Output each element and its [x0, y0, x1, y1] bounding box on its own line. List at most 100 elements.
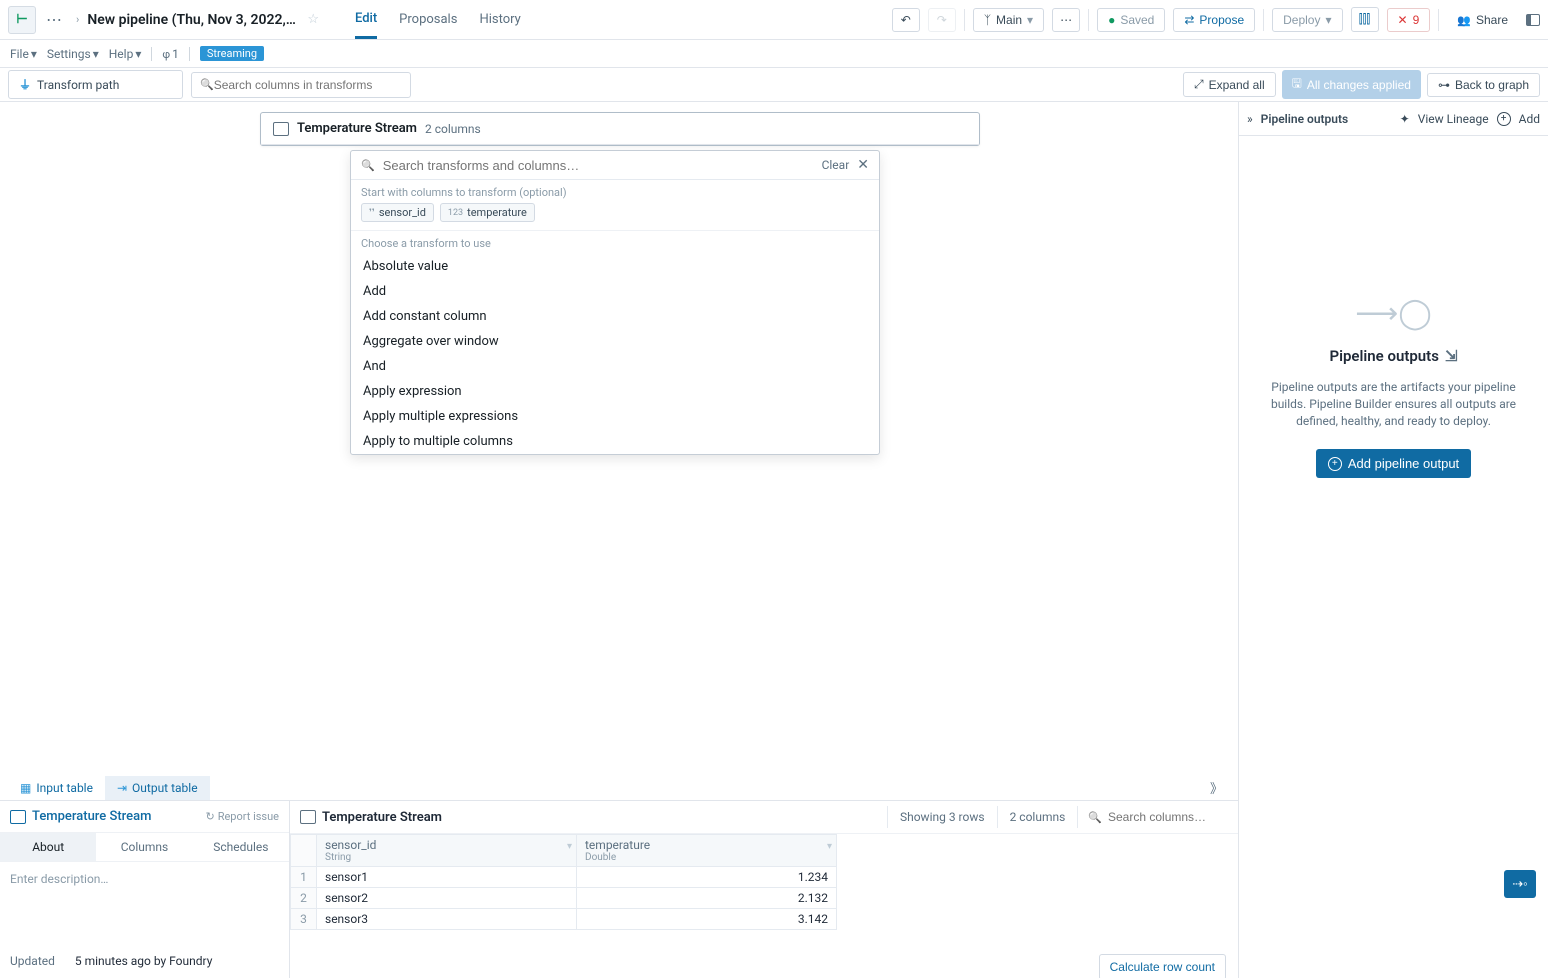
tab-history[interactable]: History — [479, 2, 520, 37]
info-tab-schedules[interactable]: Schedules — [193, 833, 289, 861]
table-icon: ▦ — [20, 781, 31, 795]
cell[interactable]: 1.234 — [577, 867, 837, 888]
menu-settings[interactable]: Settings ▾ — [47, 47, 99, 61]
expand-all-label: Expand all — [1209, 78, 1265, 92]
more-button[interactable]: ⋯ — [1052, 8, 1080, 32]
cell[interactable]: sensor3 — [317, 909, 577, 930]
info-tab-about[interactable]: About — [0, 833, 96, 861]
chip-label: sensor_id — [379, 206, 426, 219]
save-icon: 🖫 — [1292, 74, 1302, 95]
table-search[interactable] — [1077, 806, 1228, 828]
search-icon — [1088, 810, 1102, 824]
transform-option[interactable]: Apply expression — [351, 379, 879, 404]
transform-option[interactable]: Apply multiple expressions — [351, 404, 879, 429]
tab-input-table[interactable]: ▦ Input table — [8, 776, 105, 800]
updated-value: 5 minutes ago by Foundry — [75, 954, 213, 968]
transform-option[interactable]: Aggregate over window — [351, 329, 879, 354]
transform-option[interactable]: Absolute value — [351, 254, 879, 279]
description-input[interactable]: Enter description… — [0, 862, 289, 896]
transform-option[interactable]: Apply to multiple columns — [351, 429, 879, 454]
row-header — [291, 835, 317, 867]
column-chip-temperature[interactable]: 123temperature — [440, 203, 535, 222]
close-icon[interactable]: ✕ — [857, 157, 869, 173]
chevron-right-icon[interactable]: » — [1247, 112, 1253, 126]
menu-help[interactable]: Help ▾ — [109, 47, 142, 61]
divider — [964, 9, 965, 31]
menu-file[interactable]: File ▾ — [10, 47, 37, 61]
branch-button[interactable]: ᛉMain▾ — [973, 8, 1044, 32]
cell[interactable]: 3.142 — [577, 909, 837, 930]
expand-all-button[interactable]: ⤢ Expand all — [1183, 72, 1276, 97]
info-tab-columns[interactable]: Columns — [96, 833, 192, 861]
clock-icon: ↻ — [205, 810, 214, 823]
chip-label: temperature — [467, 206, 527, 219]
deploy-button[interactable]: Deploy▾ — [1272, 8, 1342, 32]
col-menu-icon[interactable]: ▾ — [567, 841, 572, 852]
table-title-label: Temperature Stream — [322, 810, 442, 825]
add-output-link[interactable]: Add — [1519, 112, 1540, 126]
expand-icon: ⤢ — [1194, 77, 1204, 92]
transform-option[interactable]: Add constant column — [351, 304, 879, 329]
collapse-panel-icon[interactable]: 》 — [1210, 778, 1223, 797]
report-issue-button[interactable]: ↻Report issue — [205, 810, 279, 823]
lineage-icon: ✦ — [1400, 112, 1410, 126]
app-logo[interactable]: ⊢ — [8, 6, 36, 34]
col-header-temperature[interactable]: temperatureDouble▾ — [577, 835, 837, 867]
search-icon — [200, 77, 214, 92]
rp-outputs-tab[interactable]: Pipeline outputs — [1261, 112, 1349, 126]
clear-button[interactable]: Clear — [822, 158, 850, 172]
transform-option[interactable]: And — [351, 354, 879, 379]
pipeline-title[interactable]: New pipeline (Thu, Nov 3, 2022, 5:… — [87, 12, 297, 28]
changes-applied-button: 🖫All changes applied — [1282, 70, 1421, 99]
view-lineage-button[interactable]: View Lineage — [1418, 112, 1489, 126]
fork-icon — [162, 47, 170, 61]
search-columns-field[interactable] — [214, 78, 402, 92]
column-chip-sensor-id[interactable]: ❜❜sensor_id — [361, 203, 434, 222]
breadcrumb-menu-icon[interactable]: ⋯ — [40, 10, 68, 29]
tab-label: Output table — [132, 781, 198, 795]
settings-toggle[interactable]: ⫿⫿⫿ — [1351, 7, 1379, 32]
share-button[interactable]: Share — [1447, 9, 1518, 31]
propose-button[interactable]: ⇄Propose — [1173, 8, 1255, 32]
plus-icon: + — [1328, 457, 1342, 471]
transform-picker-popup: Clear ✕ Start with columns to transform … — [350, 150, 880, 455]
minimap-button[interactable]: ⇢◦ — [1504, 870, 1536, 898]
tab-proposals[interactable]: Proposals — [399, 2, 457, 37]
transform-node[interactable]: Temperature Stream 2 columns — [260, 112, 980, 146]
outputs-empty-icon: ⟶◯ — [1355, 296, 1432, 331]
choose-transform-label: Choose a transform to use — [351, 231, 879, 254]
share-icon — [1457, 13, 1471, 27]
col-menu-icon[interactable]: ▾ — [827, 841, 832, 852]
calculate-row-count-button[interactable]: Calculate row count — [1099, 954, 1226, 978]
cell[interactable]: 2.132 — [577, 888, 837, 909]
fork-indicator[interactable]: 1 — [162, 47, 179, 61]
transform-path-button[interactable]: ⏚Transform path — [8, 70, 183, 99]
cell[interactable]: sensor1 — [317, 867, 577, 888]
redo-button[interactable]: ↷ — [928, 8, 956, 32]
col-header-sensor-id[interactable]: sensor_idString▾ — [317, 835, 577, 867]
tab-edit[interactable]: Edit — [355, 1, 377, 39]
add-pipeline-output-button[interactable]: +Add pipeline output — [1316, 449, 1471, 478]
updated-key: Updated — [10, 954, 55, 968]
errors-count: 9 — [1413, 13, 1420, 27]
saved-button: ●Saved — [1097, 8, 1165, 32]
errors-button[interactable]: ✕9 — [1387, 8, 1431, 32]
rp-empty-desc: Pipeline outputs are the artifacts your … — [1269, 379, 1518, 429]
transform-search-input[interactable] — [383, 158, 814, 173]
dataset-icon — [300, 810, 316, 824]
cols-count: 2 columns — [997, 806, 1078, 828]
tab-label: Input table — [36, 781, 93, 795]
tab-output-table[interactable]: ⇥Output table — [105, 776, 210, 800]
back-to-graph-button[interactable]: ⊶Back to graph — [1427, 73, 1540, 97]
transform-option[interactable]: Add — [351, 279, 879, 304]
search-columns-input[interactable] — [191, 72, 411, 98]
favorite-icon[interactable]: ☆ — [301, 12, 325, 27]
table-search-input[interactable] — [1108, 810, 1218, 824]
undo-button[interactable]: ↶ — [892, 8, 920, 32]
output-dataset-title[interactable]: Temperature Stream — [10, 809, 151, 824]
dataset-title-label: Temperature Stream — [32, 809, 151, 824]
cell[interactable]: sensor2 — [317, 888, 577, 909]
search-icon — [361, 158, 375, 173]
share-label: Share — [1476, 13, 1508, 27]
panel-toggle-icon[interactable] — [1526, 14, 1540, 26]
